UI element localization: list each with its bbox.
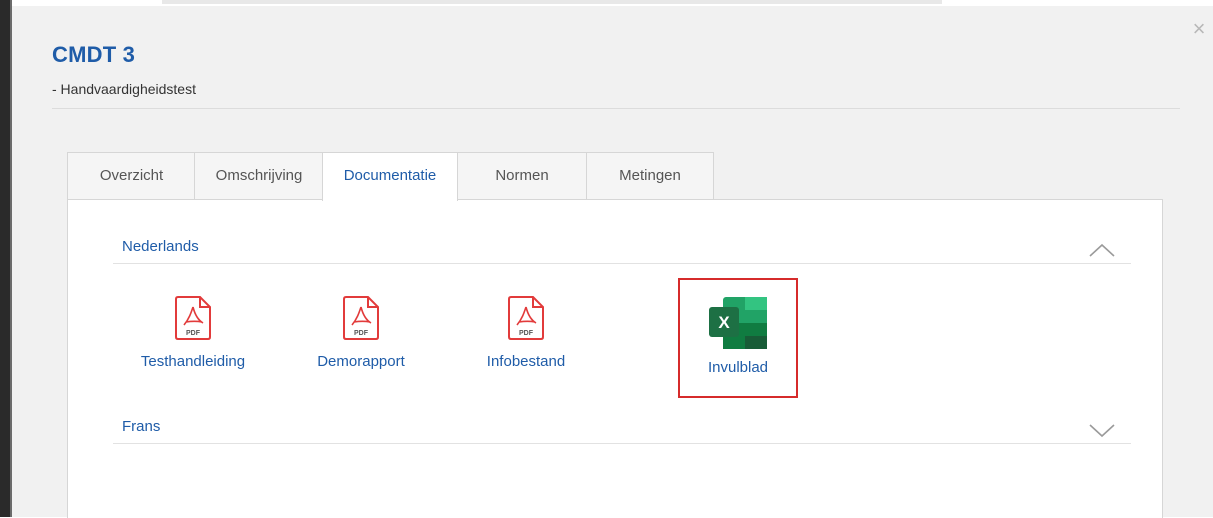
chevron-down-icon[interactable] [1088,422,1116,438]
doc-item-testhandleiding[interactable]: PDF Testhandleiding [128,295,258,370]
tab-normen[interactable]: Normen [456,152,588,199]
modal-title: CMDT 3 [52,42,136,67]
svg-text:PDF: PDF [519,330,534,337]
modal-subtitle: - Handvaardigheidstest [52,81,196,97]
section-divider-frans [113,443,1131,444]
doc-item-infobestand[interactable]: PDF Infobestand [461,295,591,370]
window-left-edge [0,0,12,517]
doc-label-infobestand[interactable]: Infobestand [461,353,591,370]
pdf-icon: PDF [508,296,544,340]
pdf-icon: PDF [175,296,211,340]
tab-documentatie[interactable]: Documentatie [322,152,458,201]
document-modal: × CMDT 3 - Handvaardigheidstest Overzich… [12,6,1213,518]
doc-item-demorapport[interactable]: PDF Demorapport [296,295,426,370]
tab-overzicht[interactable]: Overzicht [67,152,196,199]
tab-omschrijving[interactable]: Omschrijving [194,152,324,199]
svg-text:PDF: PDF [186,330,201,337]
pdf-icon: PDF [343,296,379,340]
doc-label-testhandleiding[interactable]: Testhandleiding [128,353,258,370]
doc-item-invulblad[interactable]: X Invulblad [678,295,798,376]
close-button[interactable]: × [1188,18,1210,40]
chevron-up-icon[interactable] [1088,242,1116,258]
svg-text:PDF: PDF [354,330,369,337]
documentatie-panel: Nederlands PDF Testhandleiding PDF Demor… [67,199,1163,518]
section-title-nederlands[interactable]: Nederlands [122,238,199,255]
excel-icon: X [709,297,767,349]
section-divider-nederlands [113,263,1131,264]
tab-metingen[interactable]: Metingen [586,152,714,199]
doc-label-invulblad[interactable]: Invulblad [678,359,798,376]
doc-label-demorapport[interactable]: Demorapport [296,353,426,370]
svg-text:X: X [718,313,730,332]
section-title-frans[interactable]: Frans [122,418,160,435]
header-divider [52,108,1180,109]
window-top-shade [162,0,942,4]
